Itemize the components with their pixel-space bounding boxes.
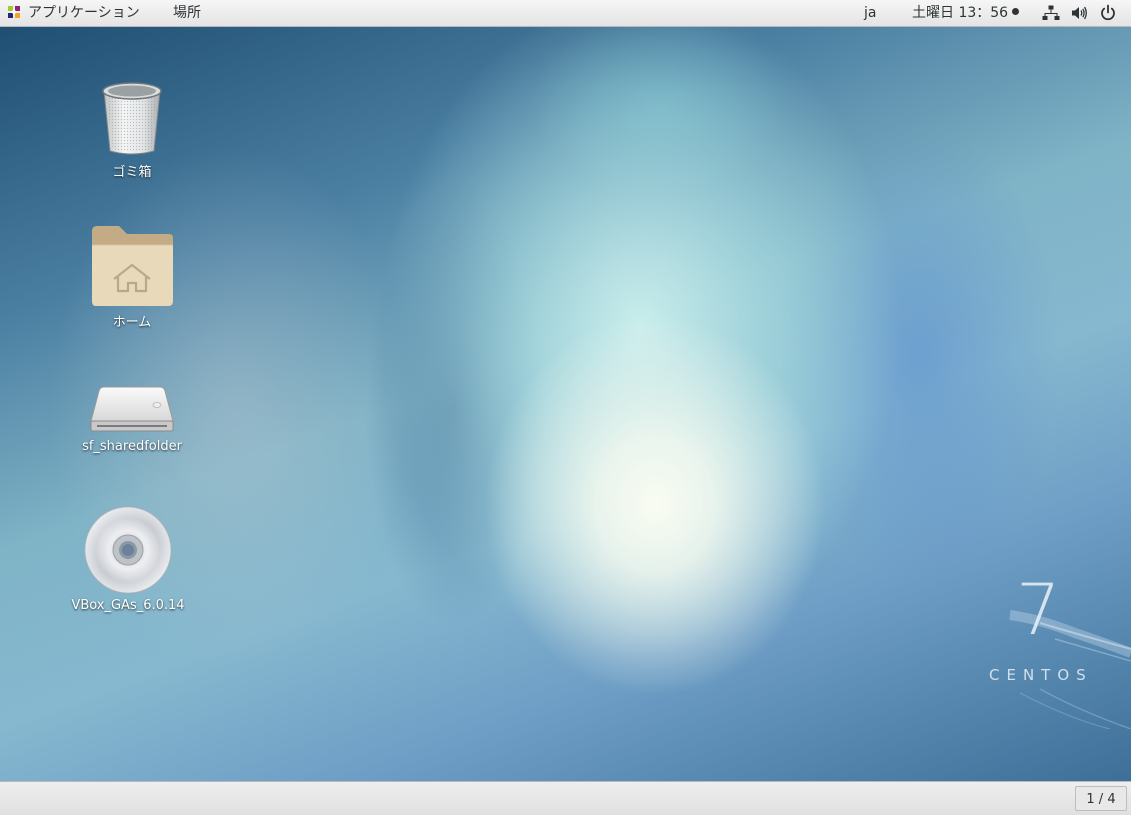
volume-icon[interactable] — [1070, 4, 1088, 22]
network-icon[interactable] — [1042, 4, 1060, 22]
desktop-icon-label: sf_sharedfolder — [82, 439, 182, 454]
centos-logo-icon — [8, 6, 20, 18]
clock[interactable]: 土曜日 13：56 — [912, 0, 1020, 26]
top-panel: アプリケーション 場所 ja 土曜日 13：56 — [0, 0, 1131, 27]
bottom-panel: 1 / 4 — [0, 781, 1131, 815]
centos-number: 7 — [1016, 569, 1061, 651]
places-menu[interactable]: 場所 — [173, 0, 201, 26]
desktop-icon-home[interactable]: ホーム — [62, 223, 202, 330]
desktop-icon-trash[interactable]: ゴミ箱 — [62, 79, 202, 180]
clock-text: 土曜日 13：56 — [912, 5, 1009, 21]
desktop-icon-label: VBox_GAs_6.0.14 — [71, 598, 185, 613]
applications-menu[interactable]: アプリケーション — [6, 0, 140, 26]
screen: アプリケーション 場所 ja 土曜日 13：56 ゴミ箱 ホーム sf_shar… — [0, 0, 1131, 815]
input-method-indicator[interactable]: ja — [864, 0, 876, 26]
applications-menu-label: アプリケーション — [28, 5, 140, 21]
centos-wordmark: CENTOS — [989, 666, 1093, 684]
desktop[interactable]: ゴミ箱 ホーム sf_sharedfolder VBox_GAs_6.0.14 … — [0, 27, 1131, 781]
desktop-icon-vbox-gas[interactable]: VBox_GAs_6.0.14 — [58, 506, 198, 613]
drive-icon — [90, 386, 174, 432]
desktop-icon-label: ゴミ箱 — [112, 165, 152, 180]
optical-disc-icon — [84, 506, 172, 594]
workspace-switcher[interactable]: 1 / 4 — [1075, 786, 1127, 811]
desktop-icon-sf-sharedfolder[interactable]: sf_sharedfolder — [62, 383, 202, 454]
notification-dot-icon — [1012, 8, 1020, 15]
trash-icon — [102, 82, 162, 155]
home-folder-icon — [92, 226, 173, 306]
power-icon[interactable] — [1099, 4, 1117, 22]
desktop-icon-label: ホーム — [112, 315, 152, 330]
